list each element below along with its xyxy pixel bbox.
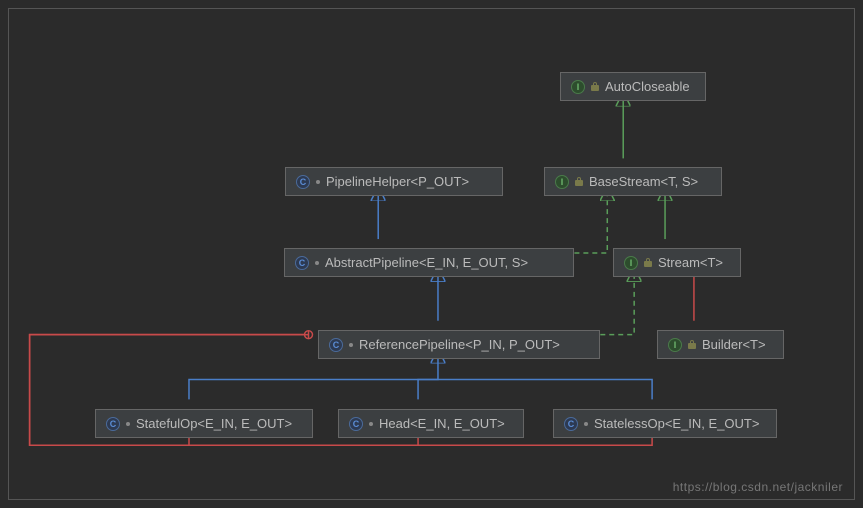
node-label: ReferencePipeline<P_IN, P_OUT> — [359, 337, 560, 352]
lock-icon — [591, 82, 599, 92]
node-head[interactable]: C Head<E_IN, E_OUT> — [338, 409, 524, 438]
class-icon: C — [296, 175, 310, 189]
node-builder[interactable]: I Builder<T> — [657, 330, 784, 359]
node-label: PipelineHelper<P_OUT> — [326, 174, 469, 189]
node-abstractpipeline[interactable]: C AbstractPipeline<E_IN, E_OUT, S> — [284, 248, 574, 277]
node-statelessop[interactable]: C StatelessOp<E_IN, E_OUT> — [553, 409, 777, 438]
node-referencepipeline[interactable]: C ReferencePipeline<P_IN, P_OUT> — [318, 330, 600, 359]
dot-icon — [126, 422, 130, 426]
node-statefulop[interactable]: C StatefulOp<E_IN, E_OUT> — [95, 409, 313, 438]
node-autocloseable[interactable]: I AutoCloseable — [560, 72, 706, 101]
diagram-frame: I AutoCloseable C PipelineHelper<P_OUT> … — [8, 8, 855, 500]
class-icon: C — [106, 417, 120, 431]
lock-icon — [575, 177, 583, 187]
node-basestream[interactable]: I BaseStream<T, S> — [544, 167, 722, 196]
lock-icon — [688, 340, 696, 350]
dot-icon — [369, 422, 373, 426]
node-label: Stream<T> — [658, 255, 723, 270]
node-label: Builder<T> — [702, 337, 766, 352]
interface-icon: I — [555, 175, 569, 189]
class-icon: C — [349, 417, 363, 431]
lock-icon — [644, 258, 652, 268]
watermark: https://blog.csdn.net/jackniler — [673, 480, 843, 494]
node-label: StatefulOp<E_IN, E_OUT> — [136, 416, 292, 431]
interface-icon: I — [624, 256, 638, 270]
dot-icon — [349, 343, 353, 347]
node-label: AbstractPipeline<E_IN, E_OUT, S> — [325, 255, 528, 270]
node-label: AutoCloseable — [605, 79, 690, 94]
dot-icon — [316, 180, 320, 184]
node-stream[interactable]: I Stream<T> — [613, 248, 741, 277]
node-label: BaseStream<T, S> — [589, 174, 698, 189]
class-icon: C — [295, 256, 309, 270]
interface-icon: I — [571, 80, 585, 94]
node-label: StatelessOp<E_IN, E_OUT> — [594, 416, 759, 431]
interface-icon: I — [668, 338, 682, 352]
class-icon: C — [564, 417, 578, 431]
dot-icon — [584, 422, 588, 426]
node-pipelinehelper[interactable]: C PipelineHelper<P_OUT> — [285, 167, 503, 196]
dot-icon — [315, 261, 319, 265]
class-icon: C — [329, 338, 343, 352]
node-label: Head<E_IN, E_OUT> — [379, 416, 505, 431]
